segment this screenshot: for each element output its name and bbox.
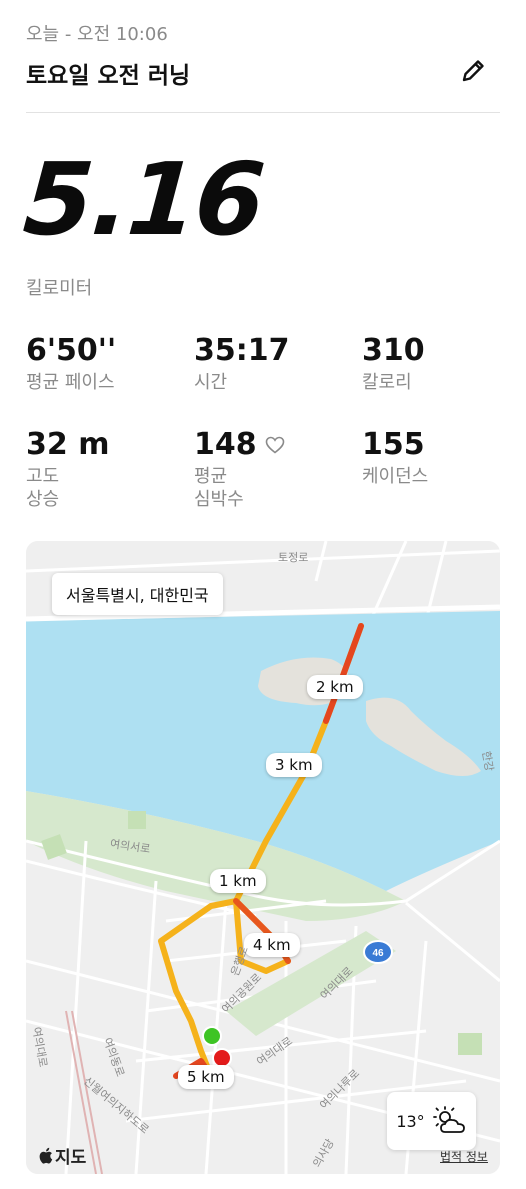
stat-value: 35:17 bbox=[194, 333, 290, 368]
road-label-hangang: 한강 bbox=[479, 749, 496, 773]
stat-elevation: 32 m 고도 상승 bbox=[26, 428, 186, 512]
stat-cadence: 155 케이던스 bbox=[362, 428, 522, 488]
partly-sunny-icon bbox=[432, 1106, 465, 1133]
km-marker-2: 2 km bbox=[307, 675, 363, 699]
map-park-patch bbox=[458, 1033, 482, 1055]
stat-time: 35:17 시간 bbox=[194, 334, 354, 394]
maps-brand: 지도 bbox=[38, 1143, 86, 1168]
location-pill: 서울특별시, 대한민국 bbox=[52, 573, 223, 615]
heart-outline-icon bbox=[265, 436, 285, 454]
stat-value: 6'50'' bbox=[26, 333, 117, 368]
stat-value-row: 148 bbox=[194, 428, 354, 461]
start-marker bbox=[202, 1026, 222, 1046]
stat-value: 155 bbox=[362, 427, 425, 462]
pencil-icon bbox=[462, 60, 484, 82]
stat-label: 시간 bbox=[194, 372, 228, 393]
map-park-patch bbox=[128, 811, 146, 829]
stat-label: 칼로리 bbox=[362, 372, 412, 393]
stat-value: 32 m bbox=[26, 427, 110, 462]
stat-calories: 310 칼로리 bbox=[362, 334, 522, 394]
header-date: 오늘 - 오전 10:06 bbox=[26, 24, 168, 45]
road-label-tojeong: 토정로 bbox=[278, 551, 309, 564]
apple-logo-icon bbox=[39, 1147, 53, 1164]
stat-value: 310 bbox=[362, 333, 425, 368]
km-marker-5: 5 km bbox=[178, 1065, 234, 1089]
stat-label: 평균 페이스 bbox=[26, 372, 115, 393]
maps-brand-label: 지도 bbox=[55, 1148, 87, 1168]
distance-unit: 킬로미터 bbox=[26, 278, 93, 299]
edit-button[interactable] bbox=[456, 54, 490, 88]
stat-heart-rate: 148 평균 심박수 bbox=[194, 428, 354, 512]
legal-link[interactable]: 법적 정보 bbox=[440, 1148, 488, 1165]
stat-pace: 6'50'' 평균 페이스 bbox=[26, 334, 186, 394]
km-marker-3: 3 km bbox=[266, 753, 322, 777]
workout-title: 토요일 오전 러닝 bbox=[26, 63, 191, 89]
stat-label: 평균 심박수 bbox=[194, 466, 244, 511]
distance-value: 5.16 bbox=[19, 141, 267, 258]
route-shield-46-text: 46 bbox=[372, 948, 384, 959]
weather-temp: 13° bbox=[396, 1111, 425, 1131]
route-map[interactable]: 46 서울특별시, 대한민국 2 km 3 km 1 km 4 km 5 km … bbox=[26, 541, 500, 1174]
header-divider bbox=[26, 112, 500, 113]
stat-label: 고도 상승 bbox=[26, 466, 60, 511]
stat-value: 148 bbox=[194, 427, 257, 462]
weather-widget: 13° bbox=[387, 1092, 476, 1150]
stat-label: 케이던스 bbox=[362, 466, 429, 487]
km-marker-4: 4 km bbox=[244, 933, 300, 957]
km-marker-1: 1 km bbox=[210, 869, 266, 893]
